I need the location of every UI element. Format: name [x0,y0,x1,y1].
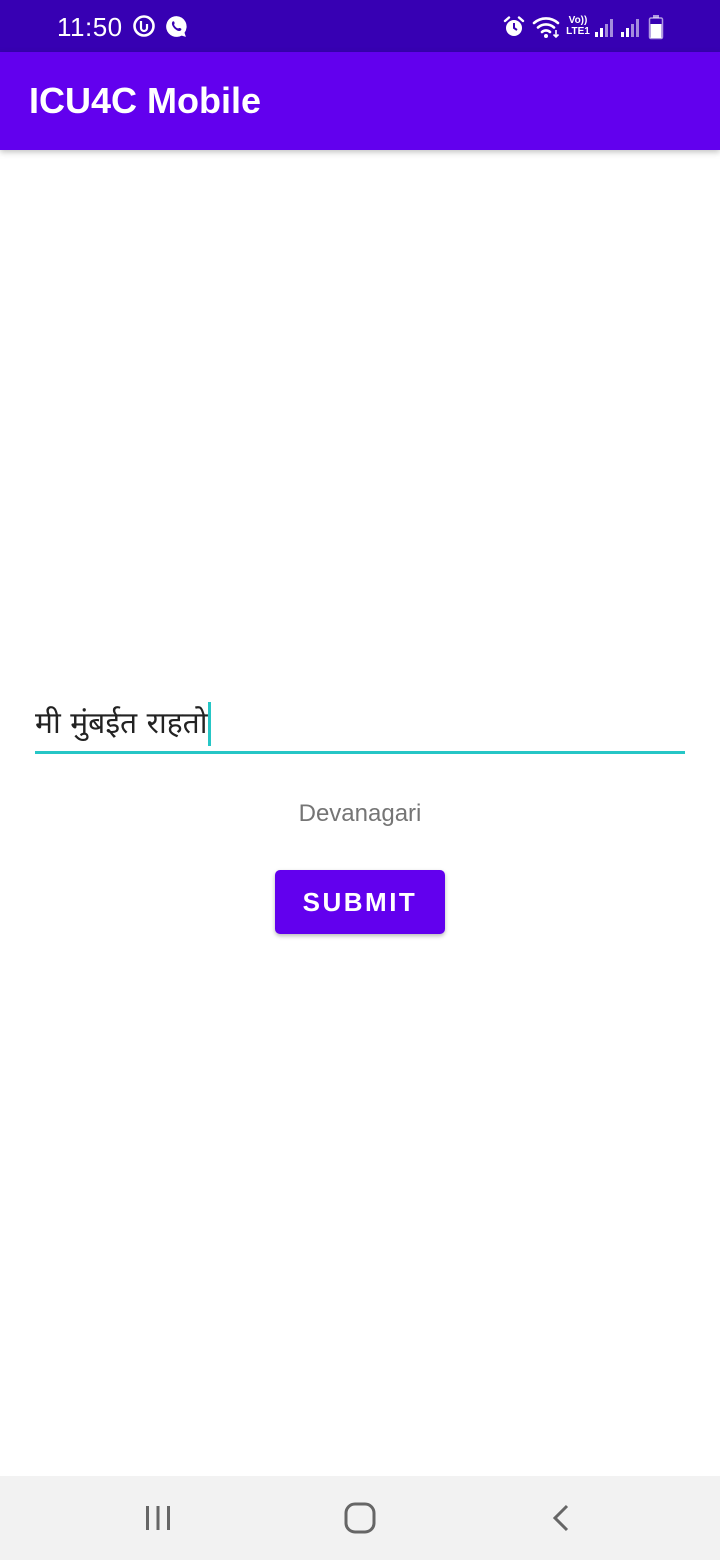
recent-apps-icon [146,1506,170,1530]
text-input-field[interactable]: मी मुंबईत राहतो [35,698,685,754]
signal-icon-2 [621,19,639,37]
volte-label-bottom: LTE1 [566,26,590,37]
wifi-icon [532,17,560,39]
text-input-value[interactable]: मी मुंबईत राहतो [35,702,211,746]
home-icon [344,1502,376,1534]
script-name-label: Devanagari [298,800,422,827]
text-cursor [207,702,211,746]
back-icon [552,1504,569,1532]
app-title: ICU4C Mobile [29,80,262,121]
battery-icon [648,15,664,40]
status-time: 11:50 [57,12,123,42]
viber-icon [166,16,187,37]
volte-label-top: Vo)) [568,15,588,26]
input-text: मी मुंबईत राहतो [35,706,208,741]
navigation-bar [0,1476,720,1560]
submit-button[interactable]: SUBMIT [275,870,445,934]
recent-apps-button[interactable] [118,1490,198,1546]
volte-icon: Vo)) LTE1 [564,15,592,39]
data-saver-icon [133,15,155,37]
alarm-icon [503,16,525,36]
status-bar: 11:50 Vo)) LTE1 [0,0,720,52]
signal-icon [595,19,613,37]
app-bar: ICU4C Mobile [0,52,720,150]
back-button[interactable] [522,1490,602,1546]
home-button[interactable] [320,1490,400,1546]
